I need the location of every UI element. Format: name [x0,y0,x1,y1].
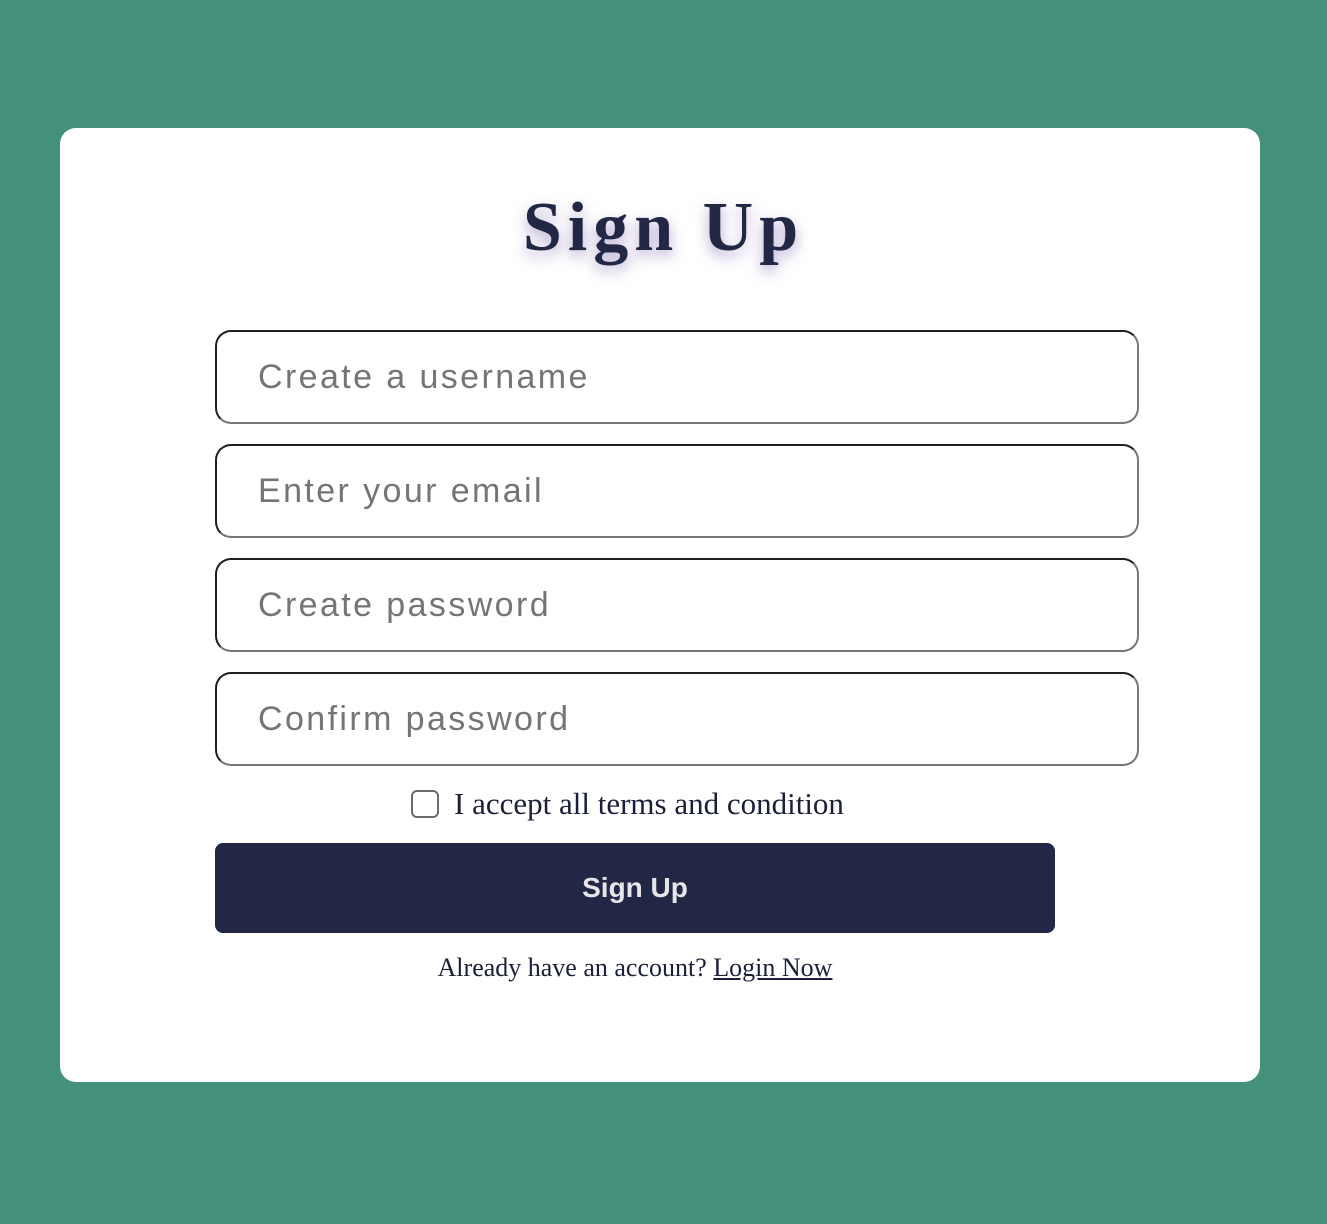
terms-checkbox[interactable] [411,790,439,818]
email-input[interactable] [215,444,1139,538]
terms-label: I accept all terms and condition [454,786,844,821]
login-now-link[interactable]: Login Now [713,953,832,982]
terms-row: I accept all terms and condition [410,786,844,822]
page-title: Sign Up [522,189,805,266]
sign-up-button[interactable]: Sign Up [215,843,1055,933]
username-input[interactable] [215,330,1139,424]
login-prompt-text: Already have an account? [437,953,707,982]
password-input[interactable] [215,558,1139,652]
confirm-password-input[interactable] [215,672,1139,766]
login-prompt: Already have an account? Login Now [215,950,1055,986]
